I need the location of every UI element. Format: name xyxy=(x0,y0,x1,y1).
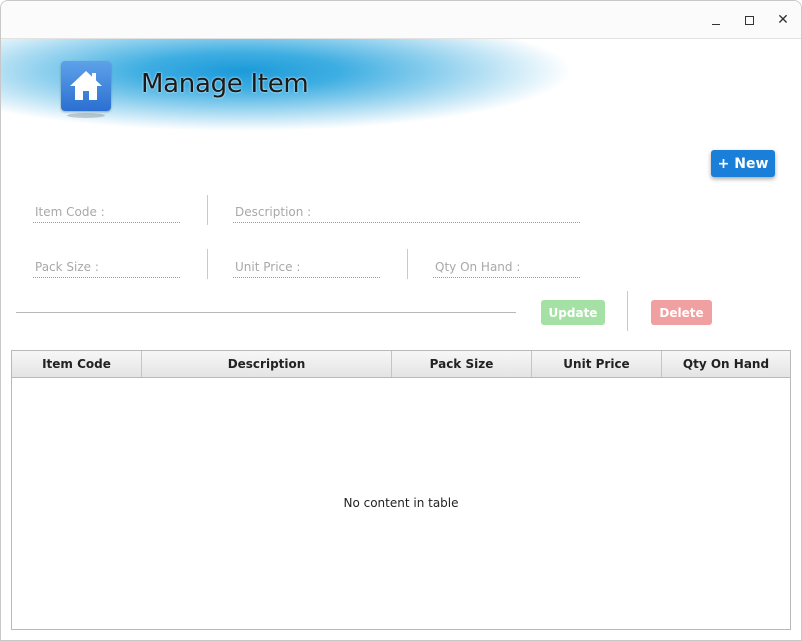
pack-size-field[interactable] xyxy=(33,250,180,278)
item-code-field[interactable] xyxy=(33,195,180,223)
pack-size-input[interactable] xyxy=(33,250,180,277)
close-icon: ✕ xyxy=(777,12,789,28)
home-icon xyxy=(61,61,111,111)
minimize-icon xyxy=(712,23,720,25)
separator xyxy=(207,249,208,279)
column-header-pack-size[interactable]: Pack Size xyxy=(392,351,532,377)
table-empty-message: No content in table xyxy=(343,496,459,510)
title-bar: ✕ xyxy=(1,1,801,39)
maximize-icon xyxy=(744,15,754,25)
items-table[interactable]: Item Code Description Pack Size Unit Pri… xyxy=(11,350,791,630)
qty-on-hand-input[interactable] xyxy=(433,250,580,277)
separator xyxy=(207,195,208,225)
form-divider xyxy=(16,312,516,313)
column-header-item-code[interactable]: Item Code xyxy=(12,351,142,377)
home-icon-shadow xyxy=(67,113,105,118)
update-button[interactable]: Update xyxy=(541,300,605,325)
close-button[interactable]: ✕ xyxy=(774,11,792,29)
delete-button[interactable]: Delete xyxy=(651,300,712,325)
new-item-button[interactable]: + New xyxy=(711,150,775,177)
column-header-description[interactable]: Description xyxy=(142,351,392,377)
column-header-unit-price[interactable]: Unit Price xyxy=(532,351,662,377)
maximize-button[interactable] xyxy=(740,11,758,29)
table-header: Item Code Description Pack Size Unit Pri… xyxy=(12,351,790,378)
page-title: Manage Item xyxy=(141,69,309,99)
minimize-button[interactable] xyxy=(707,11,725,29)
app-window: ✕ Manage Item + New Update Delete Item C… xyxy=(0,0,802,641)
qty-on-hand-field[interactable] xyxy=(433,250,580,278)
unit-price-input[interactable] xyxy=(233,250,380,277)
separator xyxy=(627,291,628,331)
description-input[interactable] xyxy=(233,195,580,222)
unit-price-field[interactable] xyxy=(233,250,380,278)
column-header-qty-on-hand[interactable]: Qty On Hand xyxy=(662,351,790,377)
item-code-input[interactable] xyxy=(33,195,180,222)
separator xyxy=(407,249,408,279)
description-field[interactable] xyxy=(233,195,580,223)
